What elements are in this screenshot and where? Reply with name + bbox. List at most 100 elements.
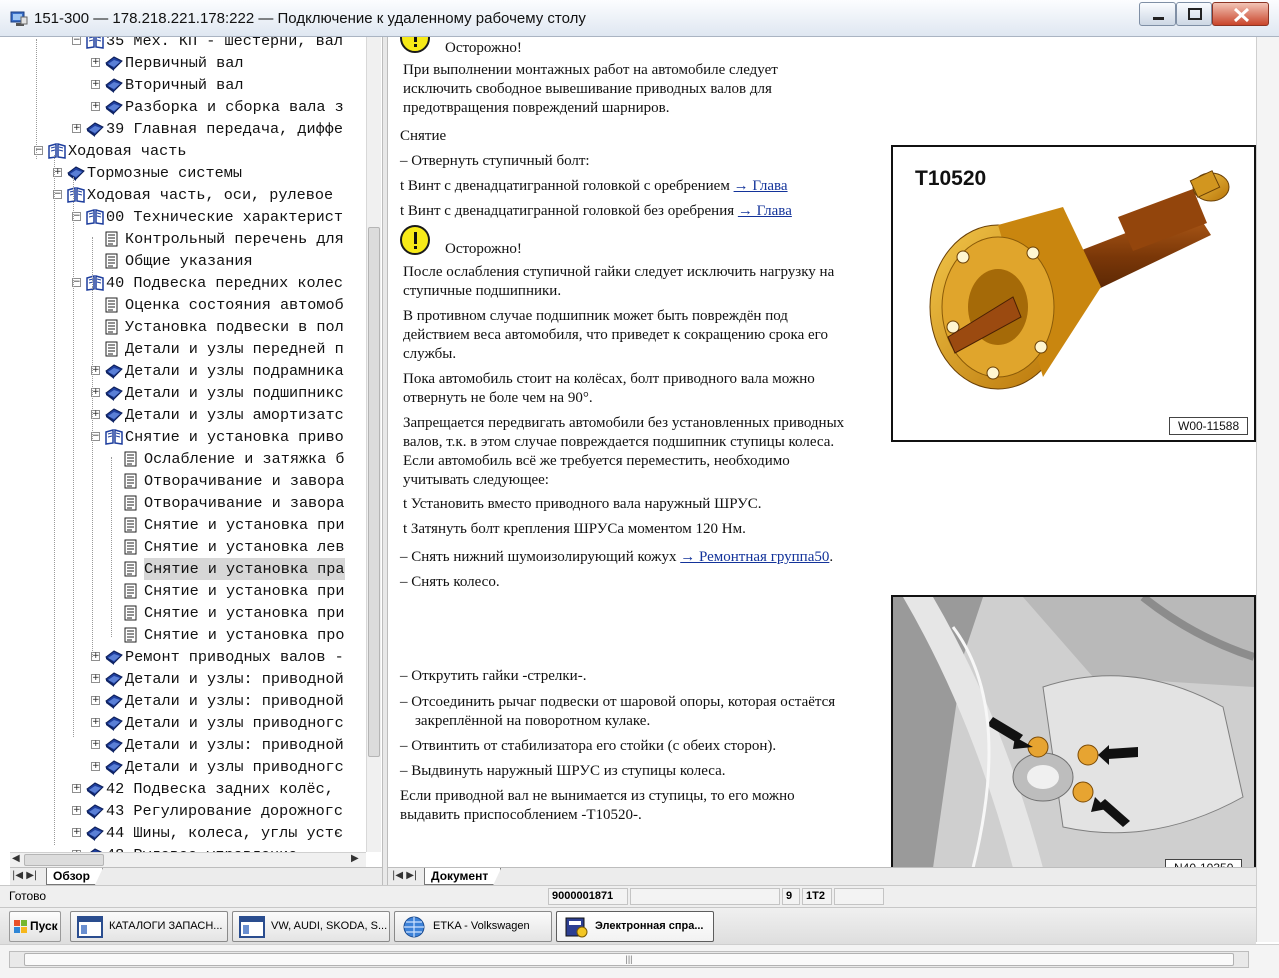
collapse-icon[interactable]: −	[72, 37, 81, 45]
maximize-button[interactable]	[1176, 2, 1212, 26]
tree-item[interactable]: + Тормозные системы	[10, 162, 380, 184]
tree-item[interactable]: +42 Подвеска задних колёс,	[10, 778, 380, 800]
tree-vertical-thumb[interactable]	[368, 227, 380, 757]
tree-item[interactable]: Общие указания	[10, 250, 380, 272]
tree-item-label: Детали и узлы передней п	[125, 340, 344, 358]
tree-item[interactable]: − 35 Мех. КП - шестерни, вал	[10, 37, 380, 52]
tree-horizontal-thumb[interactable]	[24, 854, 104, 866]
tree-item[interactable]: + Детали и узлы: приводной	[10, 734, 380, 756]
start-button[interactable]: Пуск	[9, 911, 61, 942]
window-titlebar[interactable]: 151-300 — 178.218.221.178:222 — Подключе…	[0, 0, 1279, 37]
tree-item[interactable]: Снятие и установка лев	[10, 536, 380, 558]
status-field-empty	[630, 888, 780, 905]
tree-vertical-scrollbar[interactable]	[366, 37, 381, 852]
link-glava[interactable]: → Глава	[738, 203, 792, 219]
tree-item[interactable]: Снятие и установка при	[10, 602, 380, 624]
taskbar-button-vw-audi[interactable]: VW, AUDI, SKODA, S...	[232, 911, 390, 942]
section-heading: Снятие	[400, 128, 447, 144]
expand-icon[interactable]: +	[91, 102, 100, 111]
tree-item[interactable]: +43 Регулирование дорожногс	[10, 800, 380, 822]
taskbar-label: ETKA - Volkswagen	[433, 920, 530, 932]
tree-item[interactable]: Контрольный перечень для	[10, 228, 380, 250]
status-page: 9	[782, 888, 800, 905]
tree-item-selected[interactable]: Снятие и установка пра	[10, 558, 380, 580]
tree-item[interactable]: +39 Главная передача, диффе	[10, 118, 380, 140]
expand-icon[interactable]: +	[91, 696, 100, 705]
tree-item-label: Снятие и установка про	[144, 626, 345, 644]
toc-tree[interactable]: − 35 Мех. КП - шестерни, вал + Первичный ва…	[10, 37, 380, 852]
tree-item-label: Отворачивание и завора	[144, 472, 345, 490]
tree-item[interactable]: + Детали и узлы: приводной	[10, 690, 380, 712]
tree-item[interactable]: + Детали и узлы приводногс	[10, 712, 380, 734]
session-horizontal-scrollbar[interactable]: |||	[9, 951, 1249, 968]
tab-document[interactable]: Документ	[424, 868, 501, 885]
doc-text: Пока автомобиль стоит на колёсах, болт п…	[403, 371, 815, 387]
status-bar: Готово 9000001871 9 1T2	[0, 885, 1256, 907]
expand-icon[interactable]: +	[91, 762, 100, 771]
tree-item[interactable]: + Детали и узлы амортизатс	[10, 404, 380, 426]
scroll-right-icon[interactable]: ▶	[351, 853, 359, 864]
expand-icon[interactable]: +	[91, 674, 100, 683]
tree-item-label: Оценка состояния автомоб	[125, 296, 344, 314]
expand-icon[interactable]: +	[72, 124, 81, 133]
tree-item-label: Ремонт приводных валов -	[125, 648, 344, 666]
tree-item[interactable]: + Ремонт приводных валов -	[10, 646, 380, 668]
taskbar-button-catalogs[interactable]: КАТАЛОГИ ЗАПАСН...	[70, 911, 228, 942]
tree-item[interactable]: + Детали и узлы приводногс	[10, 756, 380, 778]
expand-icon[interactable]: +	[91, 58, 100, 67]
close-button[interactable]	[1212, 2, 1269, 26]
tree-item-label: 00 Технические характерист	[106, 208, 343, 226]
tree-item-label: Ходовая часть	[68, 142, 187, 160]
tab-prev-icon[interactable]: |◀ ▶|	[12, 870, 37, 881]
expand-icon[interactable]: +	[72, 828, 81, 837]
tree-item[interactable]: −40 Подвеска передних колес	[10, 272, 380, 294]
step-text: – Отвернуть ступичный болт:	[400, 153, 590, 169]
status-doc-id: 9000001871	[548, 888, 628, 905]
expand-icon[interactable]: +	[72, 784, 81, 793]
tree-item[interactable]: + Детали и узлы подрамника	[10, 360, 380, 382]
taskbar-button-electronic-ref[interactable]: Электронная спра...	[556, 911, 714, 942]
tree-item-label: 43 Регулирование дорожногс	[106, 802, 343, 820]
tree-horizontal-scrollbar[interactable]: ◀ ▶	[10, 852, 366, 867]
tree-item[interactable]: Отворачивание и завора	[10, 470, 380, 492]
tree-item[interactable]: + Вторичный вал	[10, 74, 380, 96]
tree-item[interactable]: +44 Шины, колеса, углы устє	[10, 822, 380, 844]
tree-item-label: Установка подвески в пол	[125, 318, 344, 336]
tree-item[interactable]: + Разборка и сборка вала з	[10, 96, 380, 118]
tree-item[interactable]: Детали и узлы передней п	[10, 338, 380, 360]
tree-item[interactable]: Снятие и установка при	[10, 514, 380, 536]
step-text: – Отвинтить от стабилизатора его стойки …	[400, 738, 777, 754]
expand-icon[interactable]: +	[91, 718, 100, 727]
tree-item[interactable]: − Снятие и установка приво	[10, 426, 380, 448]
tree-item-label: Снятие и установка лев	[144, 538, 345, 556]
doc-text: валов, т.к. в этом случае повреждается п…	[403, 434, 835, 450]
tree-item[interactable]: +48 Рулевое управление	[10, 844, 380, 852]
doc-text: службы.	[403, 346, 457, 362]
tree-item[interactable]: Установка подвески в пол	[10, 316, 380, 338]
link-repair-group[interactable]: → Ремонтная группа50	[680, 549, 829, 565]
tree-item[interactable]: + Первичный вал	[10, 52, 380, 74]
tree-item[interactable]: −00 Технические характерист	[10, 206, 380, 228]
tree-item[interactable]: + Детали и узлы: приводной	[10, 668, 380, 690]
tree-item[interactable]: Ослабление и затяжка б	[10, 448, 380, 470]
expand-icon[interactable]: +	[91, 740, 100, 749]
bullet-text: t Винт с двенадцатигранной головкой без …	[400, 203, 792, 219]
minimize-button[interactable]	[1139, 2, 1176, 26]
tree-item[interactable]: Оценка состояния автомоб	[10, 294, 380, 316]
tree-item[interactable]: Снятие и установка при	[10, 580, 380, 602]
expand-icon[interactable]: +	[91, 80, 100, 89]
tree-item[interactable]: − Ходовая часть, оси, рулевое	[10, 184, 380, 206]
expand-icon[interactable]: +	[72, 806, 81, 815]
tree-item[interactable]: Отворачивание и завора	[10, 492, 380, 514]
tree-item[interactable]: + Детали и узлы подшипникс	[10, 382, 380, 404]
session-scroll-thumb[interactable]: |||	[24, 953, 1234, 966]
tree-item[interactable]: − Ходовая часть	[10, 140, 380, 162]
tab-prev-icon[interactable]: |◀ ▶|	[392, 870, 417, 881]
scroll-left-icon[interactable]: ◀	[12, 853, 20, 864]
tree-item[interactable]: Снятие и установка про	[10, 624, 380, 646]
link-glava[interactable]: → Глава	[734, 178, 788, 194]
doc-text: учитывать следующее:	[403, 472, 549, 488]
taskbar-button-etka[interactable]: ETKA - Volkswagen	[394, 911, 552, 942]
status-field-empty	[834, 888, 884, 905]
tab-overview[interactable]: Обзор	[46, 868, 103, 885]
